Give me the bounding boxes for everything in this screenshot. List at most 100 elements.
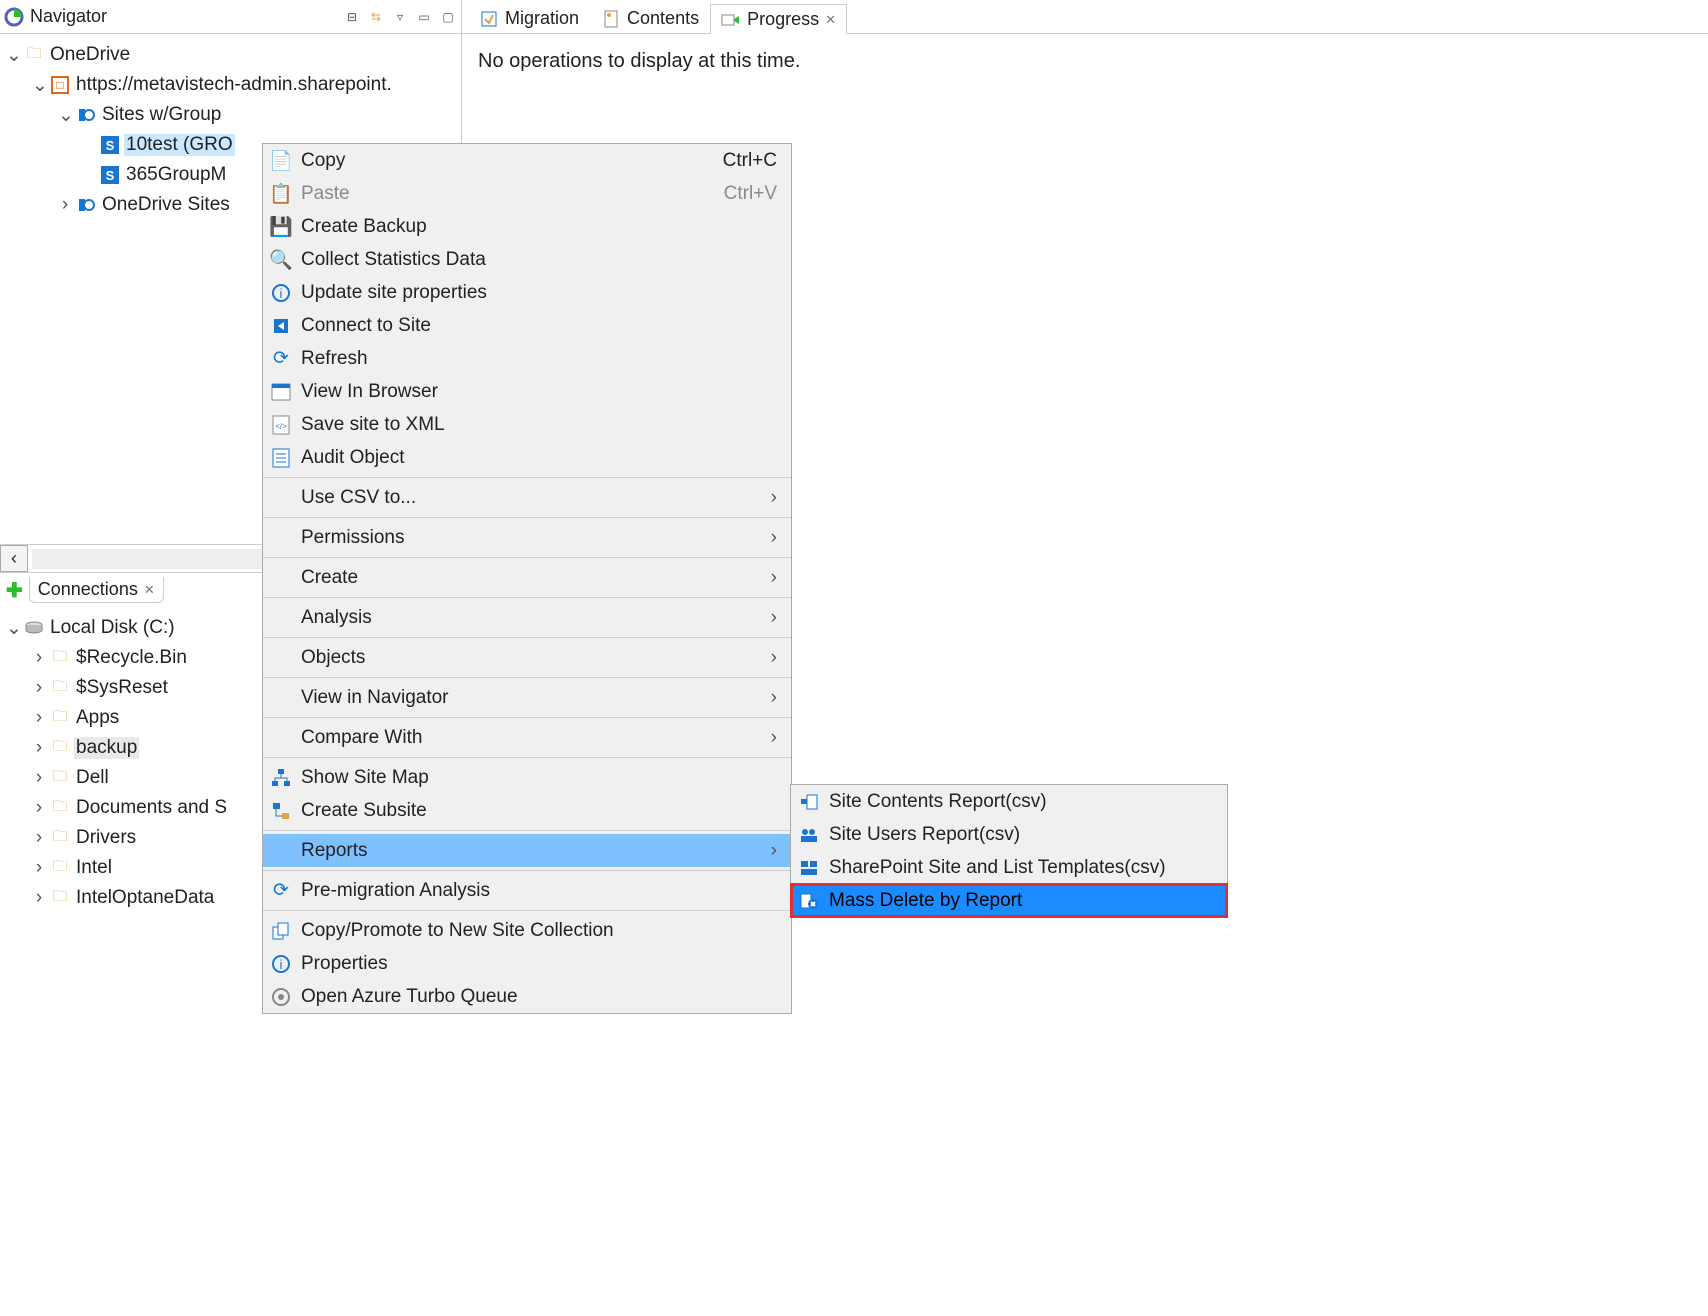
view-menu-button[interactable]: ▿ xyxy=(391,8,409,26)
menu-site-contents-report[interactable]: Site Contents Report(csv) xyxy=(791,785,1227,818)
close-icon[interactable]: ✕ xyxy=(825,12,836,28)
navigator-icon xyxy=(4,7,24,27)
menu-objects[interactable]: Objects› xyxy=(263,641,791,674)
menu-audit-object[interactable]: Audit Object xyxy=(263,441,791,474)
copy-promote-icon xyxy=(269,921,293,941)
tree-label: Sites w/Group xyxy=(100,104,223,126)
connections-title: Connections xyxy=(38,579,138,600)
tab-contents[interactable]: Contents xyxy=(590,3,710,33)
menu-label: SharePoint Site and List Templates(csv) xyxy=(829,857,1166,879)
menu-refresh[interactable]: ⟳Refresh xyxy=(263,342,791,375)
tab-progress[interactable]: Progress ✕ xyxy=(710,4,847,34)
tree-label: $Recycle.Bin xyxy=(74,647,189,669)
collapse-all-button[interactable]: ⊟ xyxy=(343,8,361,26)
tree-label: Dell xyxy=(74,767,111,789)
menu-copy-promote[interactable]: Copy/Promote to New Site Collection xyxy=(263,914,791,947)
paste-icon: 📋 xyxy=(269,182,293,206)
minimize-button[interactable]: ▭ xyxy=(415,8,433,26)
expand-icon[interactable]: › xyxy=(32,767,46,789)
connect-icon xyxy=(269,316,293,336)
expand-icon[interactable]: › xyxy=(32,737,46,759)
svg-text:i: i xyxy=(280,957,283,972)
expand-icon[interactable]: ⌄ xyxy=(58,104,72,127)
menu-save-xml[interactable]: </>Save site to XML xyxy=(263,408,791,441)
tab-label: Progress xyxy=(747,9,819,30)
folder-icon: 🗀 xyxy=(50,738,70,758)
disk-icon xyxy=(24,618,44,638)
menu-view-browser[interactable]: View In Browser xyxy=(263,375,791,408)
menu-compare-with[interactable]: Compare With› xyxy=(263,721,791,754)
menu-view-navigator[interactable]: View in Navigator› xyxy=(263,681,791,714)
expand-icon[interactable]: ⌄ xyxy=(6,44,20,67)
progress-panel-body: No operations to display at this time. xyxy=(462,34,1708,89)
tab-migration[interactable]: Migration xyxy=(468,3,590,33)
expand-icon[interactable]: › xyxy=(32,677,46,699)
menu-copy[interactable]: 📄CopyCtrl+C xyxy=(263,144,791,177)
stats-icon: 🔍 xyxy=(269,248,293,272)
add-connection-icon[interactable]: ✚ xyxy=(6,578,23,603)
tree-item[interactable]: ⌄ 🗀 OneDrive xyxy=(0,40,461,70)
maximize-button[interactable]: ▢ xyxy=(439,8,457,26)
browser-icon xyxy=(269,383,293,401)
menu-permissions[interactable]: Permissions› xyxy=(263,521,791,554)
progress-icon xyxy=(721,10,741,30)
chevron-right-icon: › xyxy=(771,607,777,629)
migration-icon xyxy=(479,9,499,29)
scroll-left-button[interactable]: ‹ xyxy=(0,545,28,572)
subsite-icon xyxy=(269,801,293,821)
sharepoint-icon xyxy=(76,105,96,125)
site-icon: S xyxy=(100,165,120,185)
folder-icon: 🗀 xyxy=(50,708,70,728)
expand-icon[interactable]: › xyxy=(32,647,46,669)
expand-icon[interactable]: › xyxy=(32,827,46,849)
sharepoint-icon xyxy=(76,195,96,215)
expand-icon[interactable]: › xyxy=(32,707,46,729)
info-icon: i xyxy=(269,283,293,303)
menu-mass-delete-report[interactable]: Mass Delete by Report xyxy=(791,884,1227,917)
menu-collect-stats[interactable]: 🔍Collect Statistics Data xyxy=(263,243,791,276)
shortcut: Ctrl+C xyxy=(723,150,777,172)
menu-premigration-analysis[interactable]: ⟳Pre-migration Analysis xyxy=(263,874,791,907)
expand-icon[interactable]: ⌄ xyxy=(32,74,46,97)
chevron-right-icon: › xyxy=(771,487,777,509)
link-editor-button[interactable]: ⇆ xyxy=(367,8,385,26)
svg-text:</>: </> xyxy=(275,422,287,431)
tree-label: 10test (GRO xyxy=(124,134,235,156)
tree-label: Drivers xyxy=(74,827,138,849)
menu-show-site-map[interactable]: Show Site Map xyxy=(263,761,791,794)
tree-item[interactable]: ⌄ □ https://metavistech-admin.sharepoint… xyxy=(0,70,461,100)
menu-use-csv[interactable]: Use CSV to...› xyxy=(263,481,791,514)
menu-reports[interactable]: Reports› xyxy=(263,834,791,867)
menu-label: Site Contents Report(csv) xyxy=(829,791,1047,813)
connections-tab[interactable]: Connections ✕ xyxy=(29,577,164,603)
menu-azure-turbo[interactable]: Open Azure Turbo Queue xyxy=(263,980,791,1013)
chevron-right-icon: › xyxy=(771,840,777,862)
navigator-header: Navigator ⊟ ⇆ ▿ ▭ ▢ xyxy=(0,0,461,34)
menu-create-subsite[interactable]: Create Subsite xyxy=(263,794,791,827)
close-icon[interactable]: ✕ xyxy=(144,582,155,598)
menu-analysis[interactable]: Analysis› xyxy=(263,601,791,634)
menu-update-properties[interactable]: iUpdate site properties xyxy=(263,276,791,309)
folder-icon: 🗀 xyxy=(24,45,44,65)
expand-icon[interactable]: › xyxy=(32,887,46,909)
site-icon: S xyxy=(100,135,120,155)
tree-label: Intel xyxy=(74,857,114,879)
menu-properties[interactable]: iProperties xyxy=(263,947,791,980)
chevron-right-icon: › xyxy=(771,647,777,669)
menu-site-users-report[interactable]: Site Users Report(csv) xyxy=(791,818,1227,851)
expand-icon[interactable]: ⌄ xyxy=(6,617,20,640)
menu-connect-site[interactable]: Connect to Site xyxy=(263,309,791,342)
menu-site-templates-report[interactable]: SharePoint Site and List Templates(csv) xyxy=(791,851,1227,884)
editor-tabs: Migration Contents Progress ✕ xyxy=(462,0,1708,34)
folder-icon: 🗀 xyxy=(50,798,70,818)
expand-icon[interactable]: › xyxy=(32,797,46,819)
tree-label: 365GroupM xyxy=(124,164,228,186)
menu-label: Site Users Report(csv) xyxy=(829,824,1020,846)
tree-item[interactable]: ⌄ Sites w/Group xyxy=(0,100,461,130)
expand-icon[interactable]: › xyxy=(58,194,72,216)
templates-icon xyxy=(797,859,821,877)
menu-label: Mass Delete by Report xyxy=(829,890,1022,912)
menu-create-backup[interactable]: 💾Create Backup xyxy=(263,210,791,243)
menu-create[interactable]: Create› xyxy=(263,561,791,594)
expand-icon[interactable]: › xyxy=(32,857,46,879)
